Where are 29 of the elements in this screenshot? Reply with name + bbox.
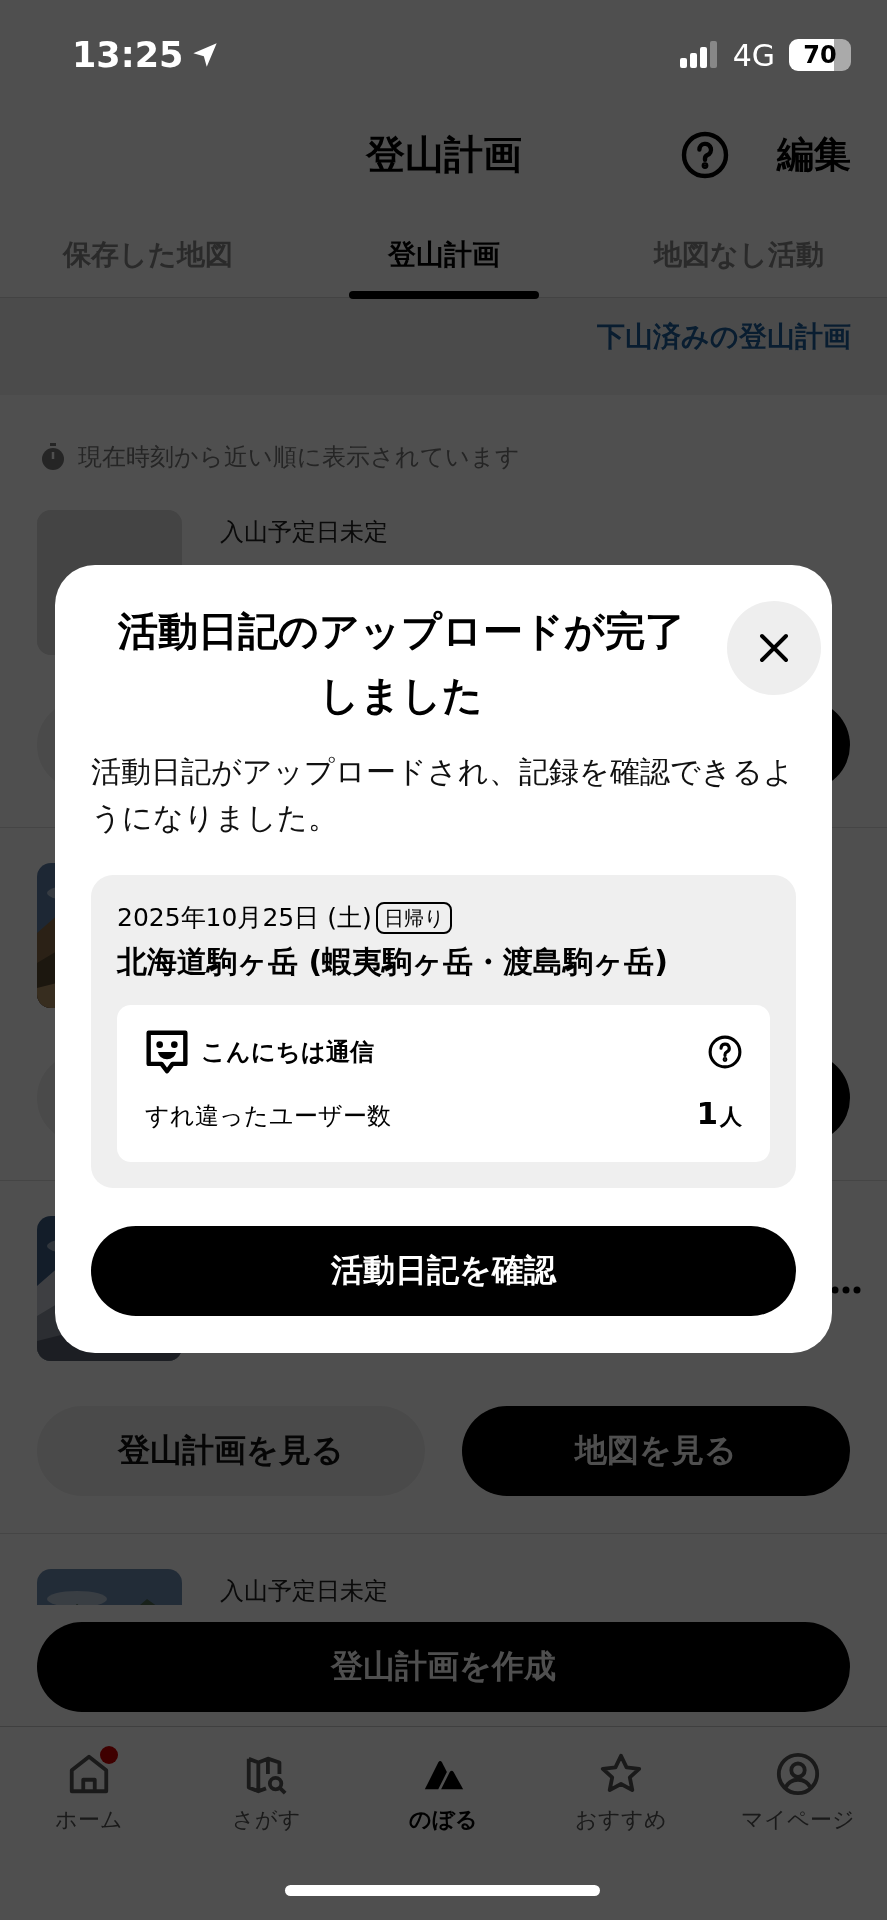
modal-title: 活動日記のアップロードが完了しました [116, 607, 686, 720]
view-plan-button[interactable]: 登山計画を見る [37, 1406, 425, 1496]
more-icon[interactable] [831, 1286, 861, 1294]
help-icon[interactable] [708, 1035, 742, 1069]
location-arrow-icon [191, 41, 220, 69]
tab[interactable]: 登山計画 [295, 200, 592, 297]
encounter-title: こんにちは通信 [201, 1037, 374, 1068]
modal-message: 活動日記がアップロードされ、記録を確認できるようになりました。 [91, 753, 795, 837]
clock-time: 13:25 [72, 35, 184, 75]
screen-title: 登山計画 [365, 131, 522, 179]
edit-button[interactable]: 編集 [777, 130, 851, 180]
view-map-button[interactable]: 地図を見る [462, 1406, 850, 1496]
network-type: 4G [732, 37, 775, 73]
completed-plans-link[interactable]: 下山済みの登山計画 [597, 320, 851, 353]
signal-icon [678, 41, 719, 69]
view-diary-button[interactable]: 活動日記を確認 [91, 1226, 796, 1316]
activity-date: 2025年10月25日 (土) [117, 902, 372, 934]
stopwatch-icon [40, 443, 66, 471]
user-icon [775, 1751, 822, 1797]
plan-date: 入山予定日未定 [220, 517, 388, 548]
battery-icon: 70 [789, 39, 851, 71]
nav-tab[interactable]: のぼる [354, 1749, 533, 1835]
encounter-count: 1人 [696, 1095, 742, 1132]
smiley-chat-icon [145, 1029, 189, 1075]
activity-name: 北海道駒ヶ岳 (蝦夷駒ヶ岳・渡島駒ヶ岳) [117, 943, 669, 981]
trip-tag: 日帰り [375, 901, 452, 934]
plan-date: 入山予定日未定 [220, 1576, 388, 1605]
create-plan-button[interactable]: 登山計画を作成 [37, 1622, 850, 1712]
encounter-label: すれ違ったユーザー数 [145, 1101, 391, 1132]
